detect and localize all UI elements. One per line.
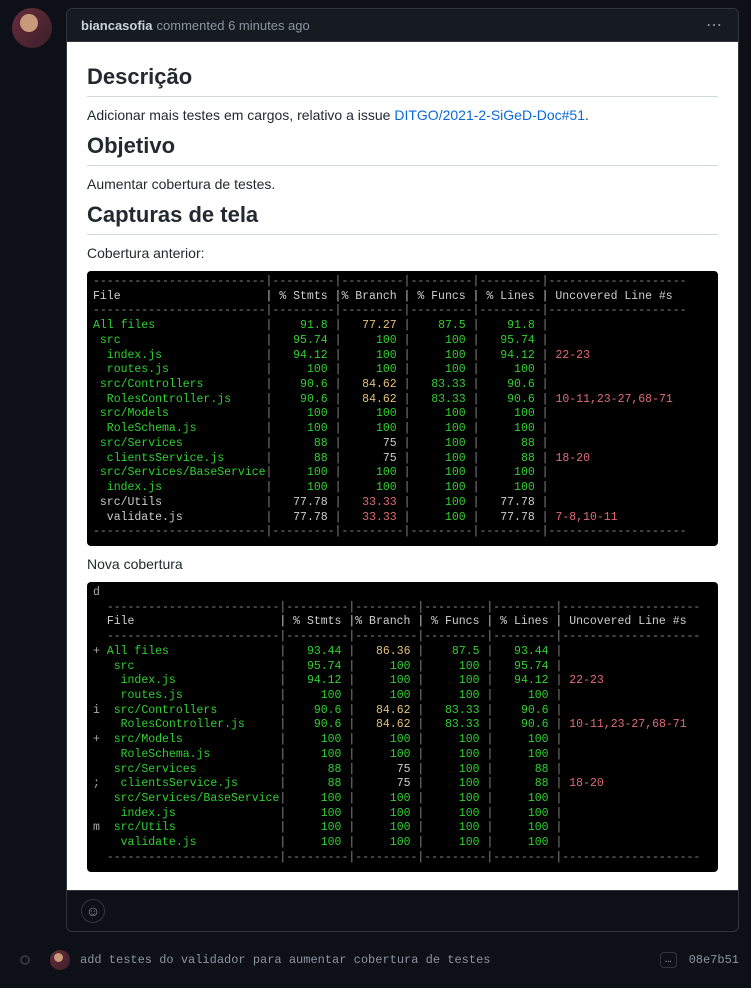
objective-paragraph: Aumentar cobertura de testes.	[87, 176, 718, 192]
commit-expand-button[interactable]: …	[660, 952, 677, 968]
commit-marker-icon	[20, 955, 30, 965]
heading-objective: Objetivo	[87, 133, 718, 166]
comment-header: biancasofia commented 6 minutes ago ⋯	[67, 9, 738, 42]
issue-link[interactable]: DITGO/2021-2-SiGeD-Doc#51	[394, 107, 585, 123]
heading-description: Descrição	[87, 64, 718, 97]
heading-screenshots: Capturas de tela	[87, 202, 718, 235]
comment-time[interactable]: 6 minutes ago	[228, 18, 310, 33]
description-paragraph: Adicionar mais testes em cargos, relativ…	[87, 107, 718, 123]
kebab-menu-icon[interactable]: ⋯	[706, 15, 724, 35]
comment-action: commented	[157, 18, 225, 33]
comment-body: Descrição Adicionar mais testes em cargo…	[67, 42, 738, 890]
coverage-after-terminal: d -------------------------|---------|--…	[87, 582, 718, 872]
coverage-after-label: Nova cobertura	[87, 556, 718, 572]
coverage-before-terminal: -------------------------|---------|----…	[87, 271, 718, 546]
comment-card: biancasofia commented 6 minutes ago ⋯ De…	[66, 8, 739, 932]
smiley-icon: ☺	[86, 903, 100, 919]
timeline-commit: add testes do validador para aumentar co…	[78, 950, 739, 970]
commit-sha[interactable]: 08e7b51	[677, 953, 739, 967]
add-reaction-button[interactable]: ☺	[81, 899, 105, 923]
reactions-bar: ☺	[67, 890, 738, 931]
commit-message[interactable]: add testes do validador para aumentar co…	[80, 953, 652, 967]
avatar[interactable]	[12, 8, 52, 48]
coverage-before-label: Cobertura anterior:	[87, 245, 718, 261]
comment-author[interactable]: biancasofia	[81, 18, 153, 33]
commit-avatar[interactable]	[50, 950, 70, 970]
